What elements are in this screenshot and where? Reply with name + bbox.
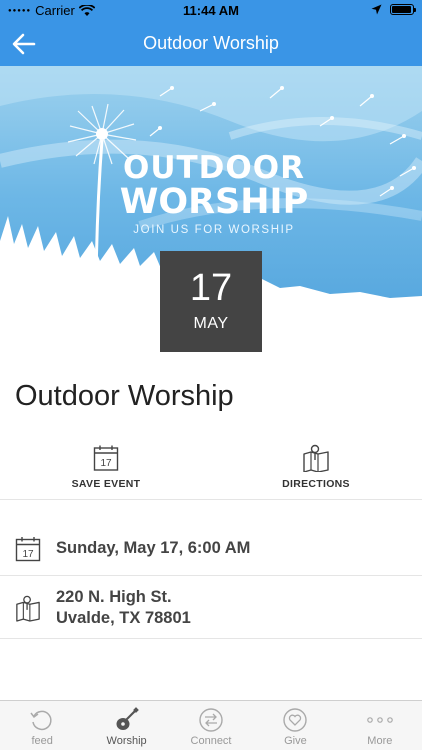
banner-text: OUTDOOR WORSHIP JOIN US FOR WORSHIP [104,150,324,237]
banner-line-3: JOIN US FOR WORSHIP [133,224,295,236]
event-datetime: Sunday, May 17, 6:00 AM [56,539,251,557]
map-pin-icon [303,444,329,472]
connect-arrows-icon [199,708,223,732]
feed-icon [30,710,52,731]
svg-text:17: 17 [100,458,112,469]
status-time: 11:44 AM [183,3,239,18]
battery-icon [390,4,416,15]
status-bar: ●●●●● Carrier 11:44 AM [0,0,422,22]
calendar-icon: 17 [93,445,119,471]
tab-more-label: More [367,735,393,747]
svg-text:17: 17 [22,549,34,560]
event-title: Outdoor Worship [15,380,234,412]
directions-button[interactable]: DIRECTIONS [246,440,386,490]
event-address-row[interactable]: 220 N. High St. Uvalde, TX 78801 [0,576,422,639]
tab-connect-label: Connect [190,735,232,747]
save-event-label: SAVE EVENT [71,478,141,490]
tab-give-label: Give [284,735,307,747]
tab-worship[interactable]: Worship [84,701,168,750]
nav-bar: Outdoor Worship [0,22,422,66]
event-date-badge: 17 MAY [160,251,262,352]
map-pin-icon [16,595,40,622]
tab-more[interactable]: More [338,701,422,750]
tab-bar: feed Worship Connect Give More [0,700,422,750]
status-right [371,4,416,15]
tab-worship-label: Worship [106,735,147,747]
calendar-icon: 17 [15,537,41,562]
tab-connect[interactable]: Connect [169,701,253,750]
address-line-1: 220 N. High St. [56,588,172,606]
location-arrow-icon [371,4,382,15]
event-month: MAY [193,315,229,332]
save-event-button[interactable]: 17 SAVE EVENT [36,440,176,490]
tab-give[interactable]: Give [253,701,337,750]
event-address: 220 N. High St. Uvalde, TX 78801 [56,587,191,629]
tab-feed[interactable]: feed [0,701,84,750]
event-datetime-row: 17 Sunday, May 17, 6:00 AM [0,520,422,576]
guitar-icon [116,707,139,730]
directions-label: DIRECTIONS [282,478,350,490]
banner-line-1: OUTDOOR [123,150,305,186]
banner-line-2: WORSHIP [119,182,309,222]
nav-title: Outdoor Worship [143,33,279,53]
address-line-2: Uvalde, TX 78801 [56,609,191,627]
event-day: 17 [189,267,233,309]
tab-feed-label: feed [31,735,53,747]
more-dots-icon [367,717,393,723]
event-actions: 17 SAVE EVENT DIRECTIONS [0,440,422,500]
heart-icon [283,708,308,732]
